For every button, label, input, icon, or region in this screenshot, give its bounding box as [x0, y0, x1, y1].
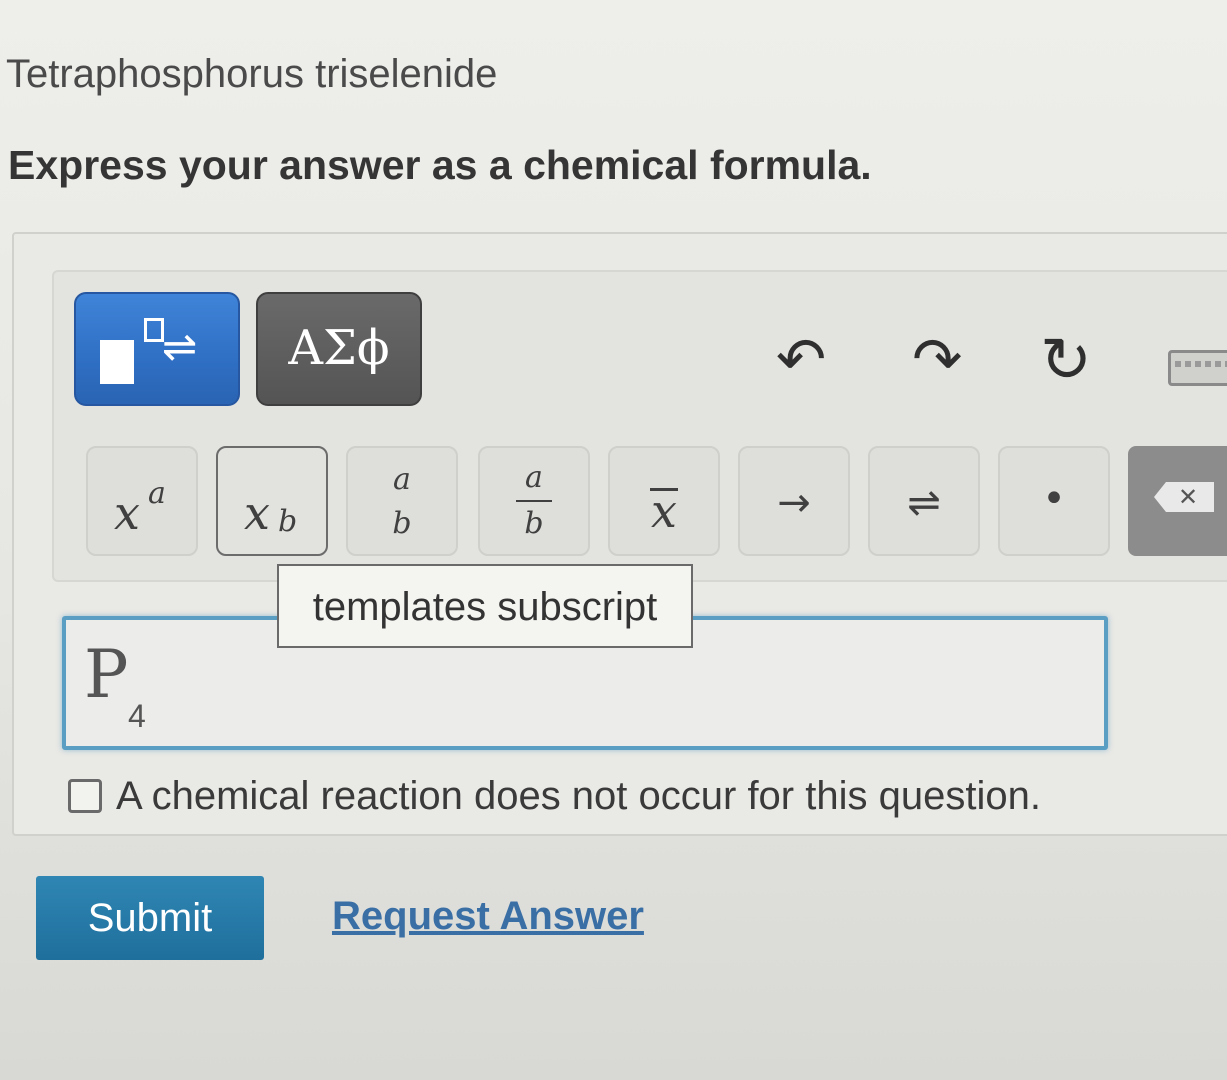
no-reaction-label[interactable]: A chemical reaction does not occur for t…: [116, 774, 1041, 819]
templates-mode-button[interactable]: ⇌: [74, 292, 240, 406]
symbols-mode-button[interactable]: ΑΣϕ: [256, 292, 422, 406]
keyboard-icon[interactable]: [1168, 350, 1227, 386]
superscript-exponent: a: [148, 476, 166, 511]
reaction-arrow-button[interactable]: →: [738, 446, 850, 556]
submit-button[interactable]: Submit: [36, 876, 264, 960]
instruction-text: Express your answer as a chemical formul…: [8, 142, 872, 188]
equilibrium-icon: ⇌: [907, 480, 941, 526]
no-reaction-option[interactable]: A chemical reaction does not occur for t…: [68, 772, 1041, 820]
undo-icon[interactable]: ↶: [776, 330, 826, 390]
superscript-base: x: [114, 486, 140, 540]
overline-base: x: [651, 484, 677, 538]
fraction-bar: [516, 500, 552, 502]
question-title: Tetraphosphorus triselenide: [6, 52, 498, 96]
equilibrium-arrow-icon: ⇌: [162, 322, 198, 371]
request-answer-link[interactable]: Request Answer: [332, 894, 644, 939]
overline-template-button[interactable]: x: [608, 446, 720, 556]
answer-element-symbol: P: [84, 636, 129, 713]
no-reaction-checkbox[interactable]: [68, 779, 102, 813]
stack-top: a: [393, 462, 411, 497]
equilibrium-arrow-button[interactable]: ⇌: [868, 446, 980, 556]
template-box-icon: [100, 340, 134, 384]
fraction-numerator: a: [525, 460, 543, 495]
tooltip: templates subscript: [277, 564, 693, 648]
delete-button[interactable]: ✕: [1128, 446, 1227, 556]
dot-icon: •: [1042, 476, 1066, 522]
redo-icon[interactable]: ↷: [912, 330, 962, 390]
dot-button[interactable]: •: [998, 446, 1110, 556]
fraction-denominator: b: [524, 506, 544, 541]
reset-icon[interactable]: ↻: [1040, 329, 1092, 391]
template-small-box-icon: [144, 318, 164, 342]
subscript-index: b: [278, 504, 298, 539]
right-arrow-icon: →: [777, 480, 811, 526]
subscript-template-button[interactable]: x b: [216, 446, 328, 556]
backspace-icon: ✕: [1154, 482, 1214, 512]
superscript-template-button[interactable]: x a: [86, 446, 198, 556]
symbols-mode-label: ΑΣϕ: [288, 320, 390, 376]
fraction-template-button[interactable]: a b: [478, 446, 590, 556]
stack-bottom: b: [392, 506, 412, 541]
answer-subscript: 4: [128, 698, 146, 734]
stack-template-button[interactable]: a b: [346, 446, 458, 556]
subscript-base: x: [244, 486, 270, 540]
